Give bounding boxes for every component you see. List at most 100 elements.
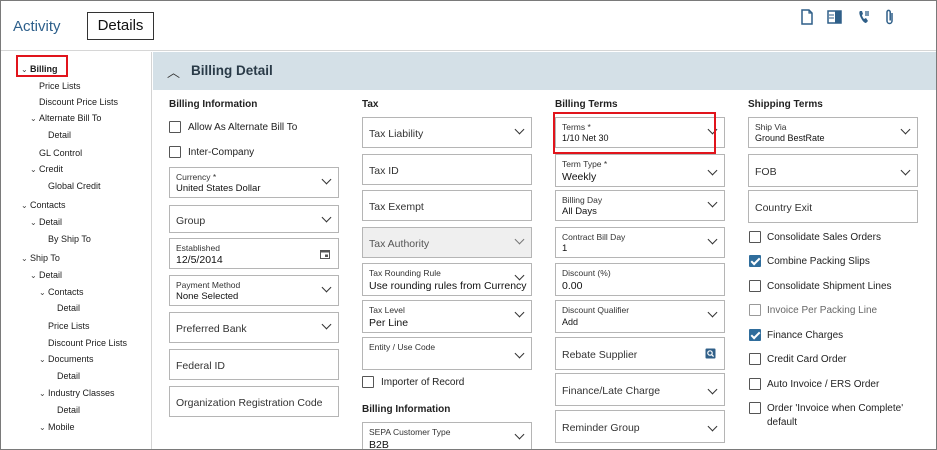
fob-select[interactable]: FOB	[748, 154, 918, 187]
sepa-customer-type-select[interactable]: SEPA Customer Type B2B	[362, 422, 532, 449]
discount-qualifier-select[interactable]: Discount Qualifier Add	[555, 300, 725, 333]
contract-bill-day-value: 1	[562, 243, 568, 254]
sidebar-item-price-lists[interactable]: Price Lists	[39, 81, 81, 91]
rebate-supplier-placeholder: Rebate Supplier	[562, 349, 638, 361]
allow-alt-bill-to-checkbox[interactable]	[169, 121, 181, 133]
sidebar-item-ship-to[interactable]: ⌄ Ship To	[21, 253, 60, 263]
reminder-group-placeholder: Reminder Group	[562, 422, 640, 434]
credit-card-order-checkbox[interactable]	[749, 353, 761, 365]
entity-use-code-select[interactable]: Entity / Use Code	[362, 337, 532, 370]
org-registration-code-field[interactable]: Organization Registration Code	[169, 386, 339, 417]
billing-detail-panel: Billing Information Allow As Alternate B…	[153, 90, 936, 449]
order-invoice-when-complete-label: Order 'Invoice when Complete'	[767, 403, 904, 414]
tax-liability-select[interactable]: Tax Liability	[362, 117, 532, 148]
chevron-down-icon	[321, 212, 332, 223]
chevron-down-icon	[321, 282, 332, 293]
ship-via-select[interactable]: Ship Via Ground BestRate	[748, 117, 918, 148]
chevron-down-icon: ⌄	[39, 423, 46, 432]
sidebar-item-ship-to-detail[interactable]: ⌄ Detail	[30, 270, 62, 280]
sidebar-item-contacts[interactable]: ⌄ Contacts	[21, 200, 66, 210]
order-invoice-when-complete-checkbox[interactable]	[749, 402, 761, 414]
term-type-select[interactable]: Term Type * Weekly	[555, 154, 725, 187]
contract-bill-day-select[interactable]: Contract Bill Day 1	[555, 227, 725, 258]
combine-packing-slips-checkbox[interactable]	[749, 255, 761, 267]
tax-level-select[interactable]: Tax Level Per Line	[362, 300, 532, 333]
preferred-bank-select[interactable]: Preferred Bank	[169, 312, 339, 343]
rebate-supplier-field[interactable]: Rebate Supplier	[555, 337, 725, 370]
chevron-down-icon	[707, 165, 718, 176]
term-type-value: Weekly	[562, 171, 597, 183]
billing-day-value: All Days	[562, 206, 597, 217]
section-header[interactable]: ︿ Billing Detail	[153, 52, 936, 90]
sidebar-item-documents-detail[interactable]: Detail	[57, 371, 80, 381]
sidebar-item-by-ship-to[interactable]: By Ship To	[48, 234, 91, 244]
tax-exempt-placeholder: Tax Exempt	[369, 201, 424, 213]
country-exit-field[interactable]: Country Exit	[748, 190, 918, 223]
billing-terms-title: Billing Terms	[555, 99, 618, 110]
sidebar-item-billing[interactable]: ⌄ Billing	[21, 64, 58, 74]
sidebar-item-alternate-bill-to[interactable]: ⌄ Alternate Bill To	[30, 113, 101, 123]
sidebar-item-mobile[interactable]: ⌄ Mobile	[39, 422, 75, 432]
sidebar-item-ship-to-contacts-detail[interactable]: Detail	[57, 303, 80, 313]
chevron-down-icon: ⌄	[39, 288, 46, 297]
entity-use-code-label: Entity / Use Code	[369, 342, 436, 352]
finance-late-charge-select[interactable]: Finance/Late Charge	[555, 373, 725, 406]
tax-rounding-rule-select[interactable]: Tax Rounding Rule Use rounding rules fro…	[362, 263, 532, 296]
group-select[interactable]: Group	[169, 205, 339, 233]
search-icon[interactable]	[705, 348, 716, 359]
established-date-field[interactable]: Established 12/5/2014	[169, 238, 339, 269]
sidebar-item-ship-to-discount-price-lists[interactable]: Discount Price Lists	[48, 338, 127, 348]
sidebar-item-discount-price-lists[interactable]: Discount Price Lists	[39, 97, 118, 107]
sidebar-item-credit[interactable]: ⌄ Credit	[30, 164, 63, 174]
sidebar-item-gl-control[interactable]: GL Control	[39, 148, 82, 158]
consolidate-shipment-lines-label: Consolidate Shipment Lines	[767, 281, 892, 292]
currency-value: United States Dollar	[176, 183, 261, 194]
tax-id-field[interactable]: Tax ID	[362, 154, 532, 185]
discount-percent-field[interactable]: Discount (%) 0.00	[555, 263, 725, 296]
sidebar-item-documents[interactable]: ⌄ Documents	[39, 354, 94, 364]
finance-charges-checkbox[interactable]	[749, 329, 761, 341]
fob-placeholder: FOB	[755, 166, 777, 178]
document-icon[interactable]	[800, 9, 814, 25]
reminder-group-select[interactable]: Reminder Group	[555, 410, 725, 443]
combine-packing-slips-label: Combine Packing Slips	[767, 256, 870, 267]
chevron-up-icon[interactable]: ︿	[167, 62, 180, 81]
auto-invoice-checkbox[interactable]	[749, 378, 761, 390]
term-type-label: Term Type *	[562, 159, 608, 169]
currency-select[interactable]: Currency * United States Dollar	[169, 167, 339, 198]
sidebar-item-ship-to-contacts[interactable]: ⌄ Contacts	[39, 287, 84, 297]
sidebar-item-alt-detail[interactable]: Detail	[48, 130, 71, 140]
ship-via-label: Ship Via	[755, 122, 787, 132]
calendar-icon[interactable]	[320, 249, 330, 259]
chevron-down-icon	[514, 429, 525, 440]
inter-company-checkbox[interactable]	[169, 146, 181, 158]
sidebar-item-global-credit[interactable]: Global Credit	[48, 181, 101, 191]
sidebar-item-ship-to-price-lists[interactable]: Price Lists	[48, 321, 90, 331]
payment-method-select[interactable]: Payment Method None Selected	[169, 275, 339, 306]
chevron-down-icon	[321, 319, 332, 330]
invoice-per-packing-line-checkbox[interactable]	[749, 304, 761, 316]
billing-day-label: Billing Day	[562, 195, 603, 205]
section-title: Billing Detail	[191, 63, 273, 78]
phone-icon[interactable]	[857, 9, 871, 25]
tab-activity[interactable]: Activity	[13, 18, 61, 35]
layout-icon[interactable]	[827, 9, 842, 25]
consolidate-sales-orders-checkbox[interactable]	[749, 231, 761, 243]
importer-of-record-checkbox[interactable]	[362, 376, 374, 388]
tab-details[interactable]: Details	[87, 12, 154, 40]
sidebar-item-industry-classes-detail[interactable]: Detail	[57, 405, 80, 415]
billing-day-select[interactable]: Billing Day All Days	[555, 190, 725, 221]
tax-authority-select[interactable]: Tax Authority	[362, 227, 532, 258]
federal-id-field[interactable]: Federal ID	[169, 349, 339, 380]
tax-exempt-field[interactable]: Tax Exempt	[362, 190, 532, 221]
sidebar-item-industry-classes[interactable]: ⌄ Industry Classes	[39, 388, 115, 398]
consolidate-shipment-lines-checkbox[interactable]	[749, 280, 761, 292]
sidebar-item-contacts-detail[interactable]: ⌄ Detail	[30, 217, 62, 227]
tax-authority-placeholder: Tax Authority	[369, 238, 430, 250]
chevron-down-icon: ⌄	[30, 271, 37, 280]
payment-method-value: None Selected	[176, 291, 239, 302]
chevron-down-icon	[514, 348, 525, 359]
finance-charges-label: Finance Charges	[767, 330, 844, 341]
paperclip-icon[interactable]	[884, 9, 896, 25]
tax-title: Tax	[362, 99, 379, 110]
